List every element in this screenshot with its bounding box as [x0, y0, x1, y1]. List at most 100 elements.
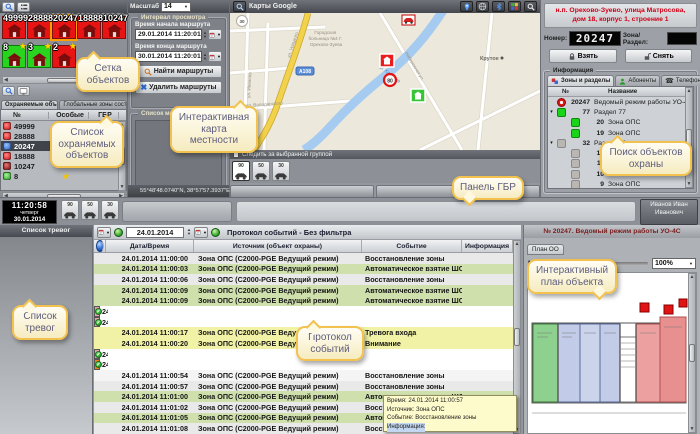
start-spinner[interactable]: ▲▼ — [203, 31, 207, 39]
map-marker-alarm-object[interactable] — [380, 54, 394, 67]
tab-guarded-objects[interactable]: Охраняемые объекты — [1, 100, 58, 109]
object-tile[interactable]: 49999 ★ — [2, 16, 26, 39]
gbr-vehicle-button[interactable]: 50 — [252, 161, 270, 181]
event-row[interactable]: ✓ 24.01.2014 11:00:26 Зона ОПС (С2000-PG… — [94, 359, 100, 370]
bluetooth-button[interactable] — [492, 1, 505, 12]
end-spinner[interactable]: ▲▼ — [203, 53, 207, 61]
star-icon: ★ — [44, 41, 52, 52]
map-search-button[interactable] — [233, 1, 246, 12]
event-row[interactable]: ✓ 24.01.2014 11:00:09 Зона ОПС (С2000-PG… — [94, 296, 521, 307]
gbr-vehicle-button[interactable]: 30 — [272, 161, 290, 181]
map-marker-vehicle[interactable] — [402, 15, 415, 25]
follow-group-row: Следить за выбранной группой — [230, 150, 540, 159]
event-row[interactable]: ✓ 24.01.2014 11:00:03 Зона ОПС (С2000-PG… — [94, 264, 521, 275]
status-strip: 11:20:58 четверг 30.01.2014 90 50 30 — [0, 197, 700, 225]
alarm-indicator — [679, 299, 687, 307]
route-start-input[interactable]: 29.01.2014 11:20:01 — [135, 29, 202, 40]
gbr-vehicle-button[interactable]: 90 — [61, 200, 79, 220]
event-row[interactable]: ✓ 24.01.2014 11:00:23 Зона ОПС (С2000-PG… — [94, 349, 100, 360]
expander-icon[interactable]: ▾ — [548, 140, 555, 146]
find-routes-button[interactable]: Найти маршруты — [135, 65, 222, 78]
pin-button[interactable] — [460, 1, 473, 12]
message-field[interactable] — [236, 201, 636, 222]
tree-row[interactable]: 9 Зона ОПС — [548, 179, 693, 189]
event-row[interactable]: ✓ 24.01.2014 11:00:12 Зона ОПС (С2000-PG… — [94, 306, 100, 317]
object-list-row[interactable]: 8 ★ — [1, 171, 126, 181]
object-number-display[interactable]: 20247 — [569, 31, 621, 46]
zoom-button[interactable] — [524, 1, 537, 12]
disarm-button[interactable]: Снять — [625, 49, 693, 63]
scale-select[interactable]: 14▼ — [161, 2, 191, 12]
map-marker-sign-80[interactable]: 80 — [384, 74, 396, 86]
filter-calendar-button[interactable]: ▼ — [97, 227, 111, 238]
event-row[interactable]: ✓ 24.01.2014 11:00:57 Зона ОПС (С2000-PG… — [94, 381, 521, 392]
event-row[interactable]: ✓ 24.01.2014 11:00:09 Зона ОПС (С2000-PG… — [94, 285, 521, 296]
object-status-icon — [3, 162, 11, 170]
zone-status-icon — [571, 170, 580, 179]
event-row[interactable]: ✓ 24.01.2014 11:00:54 Зона ОПС (С2000-PG… — [94, 370, 521, 381]
object-tile[interactable]: 18888 ★ — [77, 16, 101, 39]
globe-button[interactable] — [476, 1, 489, 12]
object-tile[interactable]: 8 ★ — [2, 45, 26, 68]
event-row[interactable]: ✓ 24.01.2014 11:00:14 Зона ОПС (С2000-PG… — [94, 317, 100, 328]
tab-global-zones[interactable]: Глобальные зоны состояний — [59, 100, 127, 109]
operator-button[interactable]: Иванов Иван Иванович — [640, 199, 698, 225]
tab-zones-partitions[interactable]: Зоны и разделы — [547, 75, 614, 86]
ack-check-icon: ✓ — [95, 308, 102, 315]
object-tile[interactable]: 28888 ★ — [27, 16, 51, 39]
alarm-indicator — [640, 303, 649, 312]
ack-check-icon: ✓ — [95, 361, 102, 368]
tree-row[interactable]: 20247 Ведомый режим работы УО-4С — [548, 97, 693, 107]
zone-status-icon — [571, 129, 580, 138]
search-button[interactable] — [2, 86, 15, 96]
map-layers-button[interactable] — [508, 1, 521, 12]
object-tile[interactable]: 20247 ★ — [52, 16, 76, 39]
gbr-vehicle-button[interactable]: 90 — [232, 161, 250, 181]
tab-phones[interactable]: ☎Телефоны — [661, 75, 700, 86]
expander-icon[interactable]: ▾ — [548, 109, 555, 115]
map-panel: Карты Google Городская больница №4 Г. — [230, 0, 540, 199]
event-row[interactable]: ✓ 24.01.2014 11:00:00 Зона ОПС (С2000-PG… — [94, 253, 521, 264]
object-tile[interactable]: 2 ★ — [52, 45, 76, 68]
route-end-input[interactable]: 30.01.2014 11:20:01 — [135, 51, 202, 62]
interval-groupbox: Интервал просмотра Время начала маршрута… — [130, 17, 227, 109]
grid-view-button[interactable] — [17, 2, 30, 12]
arm-disarm-row: Взять Снять — [549, 49, 692, 63]
tree-row[interactable]: ▾ 77 Раздел 77 — [548, 107, 693, 117]
plan-scrollbar[interactable]: ▲▼ — [688, 273, 696, 433]
start-calendar-button[interactable]: ▼ — [208, 29, 222, 40]
plan-viewport[interactable]: ▲▼ — [527, 272, 697, 434]
object-tile[interactable]: 3 ★ — [27, 45, 51, 68]
go-next-button[interactable] — [211, 228, 220, 237]
coordinates-statusbar: 55°48'48.0740"N, 38°57'57.3937"E — [128, 185, 229, 197]
zone-status-icon — [557, 139, 566, 148]
svg-text:А108: А108 — [299, 69, 311, 75]
gbr-vehicle-button[interactable]: 30 — [101, 200, 119, 220]
search-button[interactable] — [2, 2, 15, 12]
tab-plan-oo[interactable]: План ОО — [527, 244, 564, 255]
tree-row[interactable]: 19 Зона ОПС — [548, 128, 693, 138]
map-marker-armed-object[interactable] — [411, 89, 425, 102]
event-date-input[interactable]: 24.01.2014 — [126, 227, 184, 238]
panel-view-button[interactable] — [17, 86, 30, 96]
go-previous-button[interactable] — [114, 228, 123, 237]
zone-display[interactable] — [667, 32, 697, 45]
zone-status-icon — [557, 108, 566, 117]
callout-map: Интерактивная карта местности — [170, 106, 258, 153]
interactive-map[interactable]: Городская больница №4 Г. Орехово-Зуева К… — [230, 13, 540, 150]
plan-scale-select[interactable]: 100%▼ — [652, 258, 696, 269]
event-date-spinner[interactable]: ▲▼ — [187, 228, 191, 236]
gbr-vehicle-button[interactable]: 50 — [81, 200, 99, 220]
tree-row[interactable]: 20 Зона ОПС — [548, 118, 693, 128]
tab-subscribers[interactable]: Абоненты — [615, 75, 660, 86]
event-log-title: Протокол событий - Без фильтра — [227, 228, 351, 237]
arm-button[interactable]: Взять — [549, 49, 617, 63]
gbr-quick-panel: 90 50 30 — [61, 200, 119, 220]
map-scale-toolbar: Масштаб 14▼ — [128, 0, 229, 13]
event-calendar-button[interactable]: ▼ — [194, 227, 208, 238]
object-tile[interactable]: 10247 ★ — [102, 16, 126, 39]
end-calendar-button[interactable]: ▼ — [208, 51, 222, 62]
object-status-icon — [3, 132, 11, 140]
event-row[interactable]: ✓ 24.01.2014 11:00:06 Зона ОПС (С2000-PG… — [94, 274, 521, 285]
delete-routes-button[interactable]: ✖Удалить маршруты — [135, 81, 222, 94]
